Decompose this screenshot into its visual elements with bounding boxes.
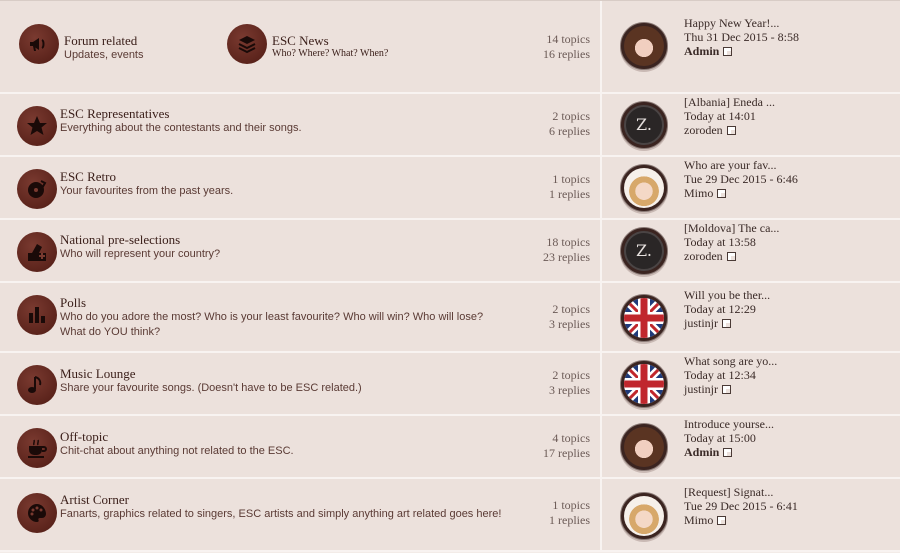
forum-row: Forum related Updates, events ESC News W… xyxy=(0,1,900,94)
replies-count: 16 replies xyxy=(543,47,590,61)
last-post-author-link[interactable]: Mimo xyxy=(684,186,713,200)
forum-description: Fanarts, graphics related to singers, ES… xyxy=(60,508,502,520)
replies-count: 6 replies xyxy=(549,124,590,138)
last-post-title-link[interactable]: Introduce yourse... xyxy=(684,417,900,431)
topics-count: 2 topics xyxy=(552,368,590,382)
avatar[interactable] xyxy=(620,360,668,408)
forum-title-link[interactable]: Off-topic xyxy=(60,429,294,444)
forum-title-link[interactable]: ESC Representatives xyxy=(60,106,302,121)
topics-count: 2 topics xyxy=(552,109,590,123)
forum-title-link[interactable]: Artist Corner xyxy=(60,492,510,507)
subforum-description: Who? Where? What? When? xyxy=(272,48,389,59)
vinyl-icon xyxy=(17,169,57,209)
forum-list: Forum related Updates, events ESC News W… xyxy=(0,0,900,553)
coffee-cup-icon xyxy=(17,428,57,468)
last-post-title-link[interactable]: Who are your fav... xyxy=(684,158,900,172)
last-post-title-link[interactable]: [Moldova] The ca... xyxy=(684,221,900,235)
last-post-title-link[interactable]: Will you be ther... xyxy=(684,288,900,302)
palette-icon xyxy=(17,493,57,533)
last-post-date: Today at 13:58 xyxy=(684,235,756,249)
last-post-author-link[interactable]: Admin xyxy=(684,44,719,58)
last-post-author-link[interactable]: Admin xyxy=(684,445,719,459)
last-post-title-link[interactable]: [Albania] Eneda ... xyxy=(684,95,900,109)
avatar[interactable]: Z. xyxy=(620,227,668,275)
topics-count: 18 topics xyxy=(546,235,590,249)
stack-icon xyxy=(227,24,267,64)
avatar[interactable] xyxy=(620,423,668,471)
goto-post-icon[interactable] xyxy=(726,252,736,261)
replies-count: 3 replies xyxy=(549,317,590,331)
last-post-date: Tue 29 Dec 2015 - 6:41 xyxy=(684,499,798,513)
last-post-title-link[interactable]: Happy New Year!... xyxy=(684,16,900,30)
goto-post-icon[interactable] xyxy=(723,47,733,56)
forum-title-link[interactable]: Polls xyxy=(60,295,510,310)
last-post-title-link[interactable]: What song are yo... xyxy=(684,354,900,368)
last-post-date: Today at 15:00 xyxy=(684,431,756,445)
replies-count: 23 replies xyxy=(543,250,590,264)
forum-description: Everything about the contestants and the… xyxy=(60,122,302,134)
subforum-title-link[interactable]: ESC News xyxy=(272,33,388,48)
music-note-icon xyxy=(17,365,57,405)
forum-title-link[interactable]: Music Lounge xyxy=(60,366,362,381)
avatar[interactable] xyxy=(620,294,668,342)
last-post-date: Today at 14:01 xyxy=(684,109,756,123)
forum-description: Chit-chat about anything not related to … xyxy=(60,445,294,457)
last-post-date: Today at 12:29 xyxy=(684,302,756,316)
replies-count: 17 replies xyxy=(543,446,590,460)
forum-description: Who will represent your country? xyxy=(60,248,221,260)
forum-description: Share your favourite songs. (Doesn't hav… xyxy=(60,382,362,394)
replies-count: 1 replies xyxy=(549,513,590,527)
last-post-date: Tue 29 Dec 2015 - 6:46 xyxy=(684,172,798,186)
goto-post-icon[interactable] xyxy=(723,448,733,457)
last-post-author-link[interactable]: justinjr xyxy=(684,382,718,396)
last-post-author-link[interactable]: zoroden xyxy=(684,123,723,137)
topics-count: 4 topics xyxy=(552,431,590,445)
forum-title-link[interactable]: ESC Retro xyxy=(60,169,233,184)
avatar[interactable] xyxy=(620,492,668,540)
forum-title-link[interactable]: National pre-selections xyxy=(60,232,220,247)
bar-chart-icon xyxy=(17,295,57,335)
forum-description: Who do you adore the most? Who is your l… xyxy=(60,311,484,338)
forum-description: Updates, events xyxy=(64,49,144,61)
goto-post-icon[interactable] xyxy=(717,516,727,525)
ballot-icon xyxy=(17,232,57,272)
last-post-author-link[interactable]: Mimo xyxy=(684,513,713,527)
topics-count: 14 topics xyxy=(546,32,590,46)
goto-post-icon[interactable] xyxy=(726,126,736,135)
forum-description: Your favourites from the past years. xyxy=(60,185,234,197)
megaphone-icon xyxy=(19,24,59,64)
avatar[interactable] xyxy=(620,164,668,212)
goto-post-icon[interactable] xyxy=(717,189,727,198)
forum-row: ESC Representatives Everything about the… xyxy=(0,94,900,157)
goto-post-icon[interactable] xyxy=(722,319,732,328)
replies-count: 3 replies xyxy=(549,383,590,397)
last-post-date: Today at 12:34 xyxy=(684,368,756,382)
forum-row: ESC Retro Your favourites from the past … xyxy=(0,157,900,220)
star-icon xyxy=(17,106,57,146)
replies-count: 1 replies xyxy=(549,187,590,201)
forum-row: Polls Who do you adore the most? Who is … xyxy=(0,283,900,353)
topics-count: 1 topics xyxy=(552,498,590,512)
avatar[interactable] xyxy=(620,22,668,70)
last-post-date: Thu 31 Dec 2015 - 8:58 xyxy=(684,30,799,44)
goto-post-icon[interactable] xyxy=(722,385,732,394)
last-post-author-link[interactable]: zoroden xyxy=(684,249,723,263)
forum-row: Off-topic Chit-chat about anything not r… xyxy=(0,416,900,479)
last-post-title-link[interactable]: [Request] Signat... xyxy=(684,485,900,499)
avatar[interactable]: Z. xyxy=(620,101,668,149)
topics-count: 1 topics xyxy=(552,172,590,186)
topics-count: 2 topics xyxy=(552,302,590,316)
forum-title-link[interactable]: Forum related xyxy=(64,33,144,48)
forum-row: Artist Corner Fanarts, graphics related … xyxy=(0,479,900,552)
forum-row: Music Lounge Share your favourite songs.… xyxy=(0,353,900,416)
forum-row: National pre-selections Who will represe… xyxy=(0,220,900,283)
last-post-author-link[interactable]: justinjr xyxy=(684,316,718,330)
